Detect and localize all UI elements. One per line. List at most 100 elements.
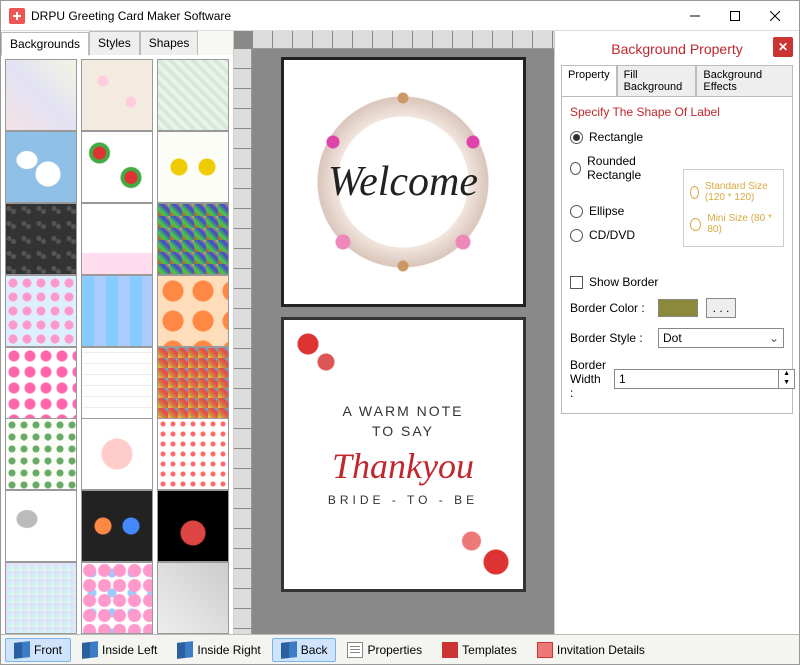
radio-rounded-rectangle[interactable]: Rounded Rectangle	[570, 149, 675, 187]
background-thumb[interactable]	[5, 562, 77, 634]
canvas-area: Welcome A WARM NOTE TO SAY Thankyou BRID…	[234, 31, 554, 634]
toolbar-inside-left-button[interactable]: Inside Left	[73, 638, 166, 662]
backgrounds-panel: Backgrounds Styles Shapes	[1, 31, 234, 634]
tab-property[interactable]: Property	[561, 65, 617, 96]
border-style-select[interactable]: Dot	[658, 328, 784, 348]
background-thumb[interactable]	[5, 275, 77, 347]
background-thumb[interactable]	[157, 347, 229, 419]
background-thumb[interactable]	[81, 131, 153, 203]
border-color-swatch[interactable]	[658, 299, 698, 317]
checkbox-label: Show Border	[589, 275, 658, 289]
toolbar-label: Back	[301, 643, 328, 657]
background-thumb[interactable]	[81, 418, 153, 490]
background-thumb[interactable]	[81, 59, 153, 131]
radio-mini-size[interactable]: Mini Size (80 * 80)	[690, 208, 777, 240]
radio-label: Mini Size (80 * 80)	[707, 213, 777, 235]
border-style-label: Border Style :	[570, 331, 650, 345]
border-width-label: Border Width :	[570, 358, 606, 400]
cd-size-group: Standard Size (120 * 120) Mini Size (80 …	[683, 169, 784, 247]
toolbar-invitation-button[interactable]: Invitation Details	[528, 638, 654, 662]
background-thumb[interactable]	[81, 275, 153, 347]
radio-rectangle[interactable]: Rectangle	[570, 125, 675, 149]
radio-label: Rounded Rectangle	[587, 154, 675, 182]
radio-ellipse[interactable]: Ellipse	[570, 199, 675, 223]
background-thumb[interactable]	[81, 347, 153, 419]
tab-background-effects[interactable]: Background Effects	[696, 65, 793, 96]
checkbox-icon	[570, 276, 583, 289]
toolbar-label: Properties	[367, 643, 422, 657]
background-thumb[interactable]	[5, 347, 77, 419]
toolbar-inside-right-button[interactable]: Inside Right	[168, 638, 269, 662]
background-thumb[interactable]	[157, 275, 229, 347]
radio-icon	[570, 162, 581, 175]
tab-shapes[interactable]: Shapes	[140, 31, 199, 55]
toolbar-label: Front	[34, 643, 62, 657]
title-bar: DRPU Greeting Card Maker Software	[1, 1, 799, 31]
radio-standard-size[interactable]: Standard Size (120 * 120)	[690, 176, 777, 208]
toolbar-label: Invitation Details	[557, 643, 645, 657]
background-thumb[interactable]	[81, 562, 153, 634]
toolbar-label: Inside Right	[197, 643, 260, 657]
book-icon	[281, 641, 297, 659]
background-thumb[interactable]	[157, 203, 229, 275]
toolbar-label: Inside Left	[102, 643, 157, 657]
background-thumb[interactable]	[81, 490, 153, 562]
book-icon	[14, 641, 30, 659]
book-icon	[177, 641, 193, 659]
spin-down-icon[interactable]: ▼	[778, 379, 794, 388]
show-border-checkbox[interactable]: Show Border	[570, 271, 784, 293]
radio-icon	[690, 218, 701, 231]
background-thumb[interactable]	[157, 131, 229, 203]
radio-label: CD/DVD	[589, 228, 635, 242]
radio-icon	[570, 205, 583, 218]
bottom-toolbar: Front Inside Left Inside Right Back Properti…	[1, 634, 799, 664]
background-thumb[interactable]	[157, 418, 229, 490]
card-preview-1[interactable]: Welcome	[281, 57, 526, 307]
radio-label: Ellipse	[589, 204, 624, 218]
tab-backgrounds[interactable]: Backgrounds	[1, 32, 89, 56]
toolbar-back-button[interactable]: Back	[272, 638, 337, 662]
close-panel-button[interactable]: ✕	[773, 37, 793, 57]
background-thumb[interactable]	[5, 418, 77, 490]
background-thumb[interactable]	[5, 131, 77, 203]
background-thumb[interactable]	[157, 59, 229, 131]
background-thumb[interactable]	[5, 59, 77, 131]
background-thumb[interactable]	[5, 490, 77, 562]
radio-label: Rectangle	[589, 130, 643, 144]
card2-line2: TO SAY	[372, 423, 434, 439]
color-picker-button[interactable]: . . .	[706, 298, 736, 318]
toolbar-templates-button[interactable]: Templates	[433, 638, 526, 662]
toolbar-front-button[interactable]: Front	[5, 638, 71, 662]
card2-line1: A WARM NOTE	[342, 403, 463, 419]
background-thumb[interactable]	[5, 203, 77, 275]
radio-cd-dvd[interactable]: CD/DVD	[570, 223, 675, 247]
minimize-button[interactable]	[675, 2, 715, 30]
toolbar-label: Templates	[462, 643, 517, 657]
toolbar-properties-button[interactable]: Properties	[338, 638, 431, 662]
radio-icon	[690, 186, 699, 199]
property-panel: Background Property ✕ Property Fill Back…	[554, 31, 799, 634]
radio-icon	[570, 229, 583, 242]
tab-fill-background[interactable]: Fill Background	[617, 65, 697, 96]
tab-styles[interactable]: Styles	[89, 31, 140, 55]
background-thumbnails	[1, 55, 233, 634]
maximize-button[interactable]	[715, 2, 755, 30]
spin-up-icon[interactable]: ▲	[778, 370, 794, 379]
close-button[interactable]	[755, 2, 795, 30]
left-tabs: Backgrounds Styles Shapes	[1, 31, 233, 55]
background-thumb[interactable]	[157, 490, 229, 562]
ruler-vertical	[234, 49, 252, 634]
prop-icon	[347, 642, 363, 658]
card-preview-2[interactable]: A WARM NOTE TO SAY Thankyou BRIDE - TO -…	[281, 317, 526, 592]
select-value: Dot	[663, 331, 682, 345]
inv-icon	[537, 642, 553, 658]
radio-label: Standard Size (120 * 120)	[705, 181, 777, 203]
background-thumb[interactable]	[81, 203, 153, 275]
background-thumb[interactable]	[157, 562, 229, 634]
card1-text: Welcome	[328, 158, 478, 206]
card2-thankyou: Thankyou	[332, 445, 474, 487]
book-icon	[82, 641, 98, 659]
border-width-spinner[interactable]: ▲▼	[614, 369, 795, 389]
wreath-graphic: Welcome	[303, 82, 503, 282]
border-width-input[interactable]	[615, 372, 778, 386]
